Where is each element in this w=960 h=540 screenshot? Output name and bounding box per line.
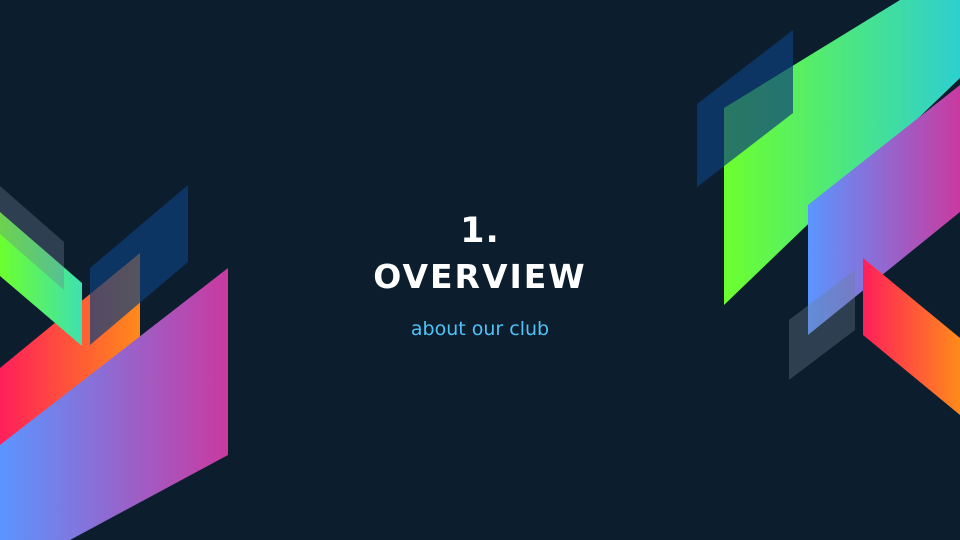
section-number: 1. [460,211,500,251]
section-subtitle: about our club [410,318,550,340]
title-block: 1. OVERVIEW about our club [0,208,960,342]
section-title: OVERVIEW [373,257,587,296]
slide: 1. OVERVIEW about our club [0,0,960,540]
